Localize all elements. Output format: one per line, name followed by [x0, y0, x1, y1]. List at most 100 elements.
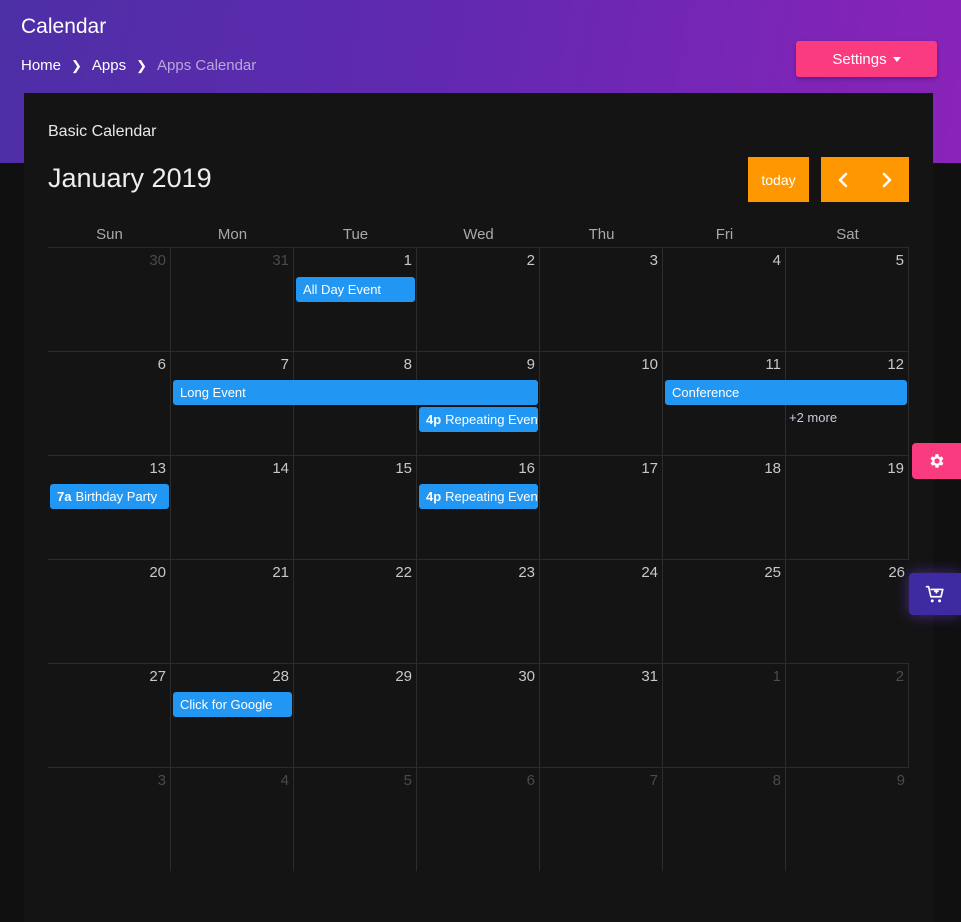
day-cell[interactable]: 30: [417, 664, 540, 767]
breadcrumb-home[interactable]: Home: [21, 57, 61, 74]
day-cell[interactable]: 27: [48, 664, 171, 767]
day-number: 31: [272, 252, 289, 269]
day-number: 27: [149, 668, 166, 685]
day-cell[interactable]: 5: [786, 248, 909, 351]
event-title: Birthday Party: [75, 489, 158, 504]
day-number: 29: [395, 668, 412, 685]
day-cell[interactable]: 6: [417, 768, 540, 871]
event-conference[interactable]: Conference: [665, 380, 907, 405]
day-cell[interactable]: 18: [663, 456, 786, 559]
day-cell[interactable]: 26: [786, 560, 909, 663]
day-cell[interactable]: 21: [171, 560, 294, 663]
day-number: 28: [272, 668, 289, 685]
day-cell[interactable]: 14: [171, 456, 294, 559]
day-number: 10: [641, 356, 658, 373]
day-number: 8: [772, 772, 781, 789]
event-all-day[interactable]: All Day Event: [296, 277, 415, 302]
weekday-label: Tue: [342, 226, 369, 243]
buy-now-button[interactable]: [909, 573, 961, 615]
day-cell[interactable]: 4: [171, 768, 294, 871]
day-number: 17: [641, 460, 658, 477]
day-cell[interactable]: 6: [48, 352, 171, 455]
week-row: 3 4 5 6 7 8 9: [48, 768, 909, 871]
event-title: Conference: [672, 385, 740, 400]
day-number: 13: [149, 460, 166, 477]
day-number: 31: [641, 668, 658, 685]
day-cell[interactable]: 22: [294, 560, 417, 663]
day-number: 1: [772, 668, 781, 685]
event-google-link[interactable]: Click for Google: [173, 692, 292, 717]
day-cell[interactable]: 31: [171, 248, 294, 351]
day-cell[interactable]: 1: [663, 664, 786, 767]
weekday-label: Fri: [715, 226, 734, 243]
day-cell[interactable]: 7: [540, 768, 663, 871]
day-cell[interactable]: 15: [294, 456, 417, 559]
day-number: 5: [403, 772, 412, 789]
day-cell[interactable]: 19: [786, 456, 909, 559]
day-number: 3: [157, 772, 166, 789]
event-time: 7a: [57, 489, 72, 504]
day-cell[interactable]: 4: [663, 248, 786, 351]
day-cell[interactable]: 20: [48, 560, 171, 663]
day-number: 18: [764, 460, 781, 477]
day-cell[interactable]: 10: [540, 352, 663, 455]
day-cell[interactable]: 23: [417, 560, 540, 663]
next-month-button[interactable]: [865, 157, 909, 202]
week-row: 20 21 22 23 24 25 26: [48, 560, 909, 664]
weekday-label: Mon: [217, 226, 248, 243]
day-number: 2: [526, 252, 535, 269]
day-cell[interactable]: 9: [786, 768, 909, 871]
day-cell[interactable]: 25: [663, 560, 786, 663]
weekday-label: Sat: [836, 226, 859, 243]
day-number: 4: [772, 252, 781, 269]
day-number: 21: [272, 564, 289, 581]
today-button[interactable]: today: [748, 157, 809, 202]
month-grid: Sun Mon Tue Wed Thu Fri Sat 30 31 1 2 3 …: [48, 218, 909, 871]
day-number: 24: [641, 564, 658, 581]
weekday-label: Sun: [96, 226, 123, 243]
event-birthday[interactable]: 7a Birthday Party: [50, 484, 169, 509]
weekday-label: Wed: [463, 226, 494, 243]
day-cell[interactable]: 5: [294, 768, 417, 871]
gear-icon: [930, 454, 943, 468]
event-repeating[interactable]: 4p Repeating Event: [419, 484, 538, 509]
event-repeating[interactable]: 4p Repeating Event: [419, 407, 538, 432]
settings-button[interactable]: Settings: [796, 41, 937, 77]
caret-down-icon: [892, 56, 901, 62]
day-cell[interactable]: 3: [48, 768, 171, 871]
day-number: 6: [157, 356, 166, 373]
day-cell[interactable]: 2: [417, 248, 540, 351]
event-long[interactable]: Long Event: [173, 380, 538, 405]
day-cell[interactable]: 31: [540, 664, 663, 767]
day-cell[interactable]: 30: [48, 248, 171, 351]
month-title: January 2019: [48, 163, 212, 193]
day-cell[interactable]: 17: [540, 456, 663, 559]
prev-month-button[interactable]: [821, 157, 865, 202]
day-number: 2: [895, 668, 904, 685]
day-cell[interactable]: 2: [786, 664, 909, 767]
day-cell[interactable]: 3: [540, 248, 663, 351]
weeks: 30 31 1 2 3 4 5 All Day Event 6 7 8 9 10…: [48, 247, 909, 871]
more-events-link[interactable]: +2 more: [789, 410, 837, 425]
day-cell[interactable]: 29: [294, 664, 417, 767]
day-number: 15: [395, 460, 412, 477]
month-nav: [821, 157, 909, 202]
weekday-header: Sun Mon Tue Wed Thu Fri Sat: [48, 218, 909, 247]
day-number: 3: [649, 252, 658, 269]
day-number: 20: [149, 564, 166, 581]
day-number: 16: [518, 460, 535, 477]
week-row: 13 14 15 16 17 18 19 7a Birthday Party 4p…: [48, 456, 909, 560]
day-number: 30: [518, 668, 535, 685]
day-cell[interactable]: 24: [540, 560, 663, 663]
theme-settings-button[interactable]: [912, 443, 961, 479]
day-number: 7: [649, 772, 658, 789]
day-number: 9: [526, 356, 535, 373]
day-number: 4: [280, 772, 289, 789]
cart-plus-icon: [925, 585, 944, 603]
breadcrumb-apps[interactable]: Apps: [92, 57, 126, 74]
day-cell[interactable]: 8: [663, 768, 786, 871]
event-title: Long Event: [180, 385, 246, 400]
day-number: 1: [403, 252, 412, 269]
chevron-right-icon: ❯: [136, 57, 148, 73]
week-row: 27 28 29 30 31 1 2 Click for Google: [48, 664, 909, 768]
